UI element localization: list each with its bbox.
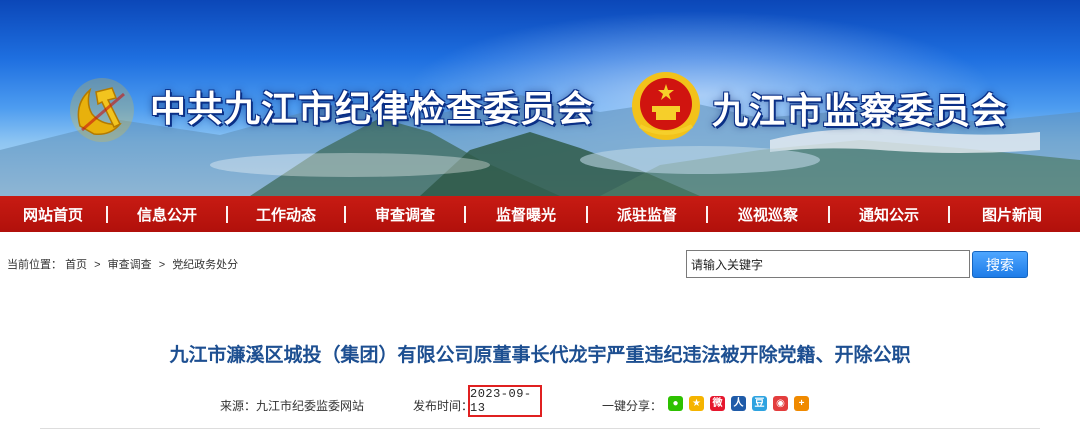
weibo-icon[interactable]: 微 xyxy=(710,396,725,411)
douban-icon[interactable]: 豆 xyxy=(752,396,767,411)
content-divider xyxy=(40,428,1040,429)
share-icon-list: ● ★ 微 人 豆 ◉ + xyxy=(668,396,809,411)
header-banner: 中共九江市纪律检查委员会 九江市监察委员会 xyxy=(0,0,1080,196)
share-circle-icon[interactable]: ◉ xyxy=(773,396,788,411)
nav-notices[interactable]: 通知公示 xyxy=(830,196,948,232)
more-share-icon[interactable]: + xyxy=(794,396,809,411)
wechat-icon[interactable]: ● xyxy=(668,396,683,411)
nav-stationed-supervision[interactable]: 派驻监督 xyxy=(588,196,706,232)
renren-icon[interactable]: 人 xyxy=(731,396,746,411)
breadcrumb-home[interactable]: 首页 xyxy=(65,259,87,271)
nav-review-investigation[interactable]: 审查调查 xyxy=(346,196,464,232)
commission-title: 中共九江市纪律检查委员会 xyxy=(150,89,595,130)
nav-work-news[interactable]: 工作动态 xyxy=(228,196,344,232)
qzone-icon[interactable]: ★ xyxy=(689,396,704,411)
nav-photo-news[interactable]: 图片新闻 xyxy=(950,196,1074,232)
nav-info-disclosure[interactable]: 信息公开 xyxy=(108,196,226,232)
main-navigation: 网站首页 信息公开 工作动态 审查调查 监督曝光 派驻监督 巡视巡察 通知公示 … xyxy=(0,196,1080,232)
nav-supervision-exposure[interactable]: 监督曝光 xyxy=(466,196,586,232)
breadcrumb-separator: > xyxy=(158,259,166,271)
breadcrumb-prefix: 当前位置： xyxy=(7,259,62,271)
publish-date: 2023-09-13 xyxy=(470,387,532,415)
article-source: 来源：九江市纪委监委网站 xyxy=(220,399,365,413)
search-input[interactable] xyxy=(686,250,970,278)
supervision-commission-title: 九江市监察委员会 xyxy=(712,91,1009,132)
national-emblem-icon xyxy=(632,72,700,140)
party-emblem-icon xyxy=(70,78,134,142)
search-button[interactable]: 搜索 xyxy=(972,251,1028,278)
breadcrumb-review-investigation[interactable]: 审查调查 xyxy=(108,259,152,271)
nav-inspection-tour[interactable]: 巡视巡察 xyxy=(708,196,828,232)
breadcrumb-separator: > xyxy=(94,259,101,271)
breadcrumb: 当前位置： 首页 > 审查调查 > 党纪政务处分 xyxy=(7,256,238,272)
nav-home[interactable]: 网站首页 xyxy=(0,196,106,232)
breadcrumb-discipline-sanctions[interactable]: 党纪政务处分 xyxy=(172,259,238,271)
publish-date-label: 发布时间： xyxy=(413,399,474,413)
article-title: 九江市濂溪区城投（集团）有限公司原董事长代龙宇严重违纪违法被开除党籍、开除公职 xyxy=(169,344,911,366)
publish-date-highlight: 2023-09-13 xyxy=(468,385,542,417)
share-label: 一键分享： xyxy=(602,399,663,413)
